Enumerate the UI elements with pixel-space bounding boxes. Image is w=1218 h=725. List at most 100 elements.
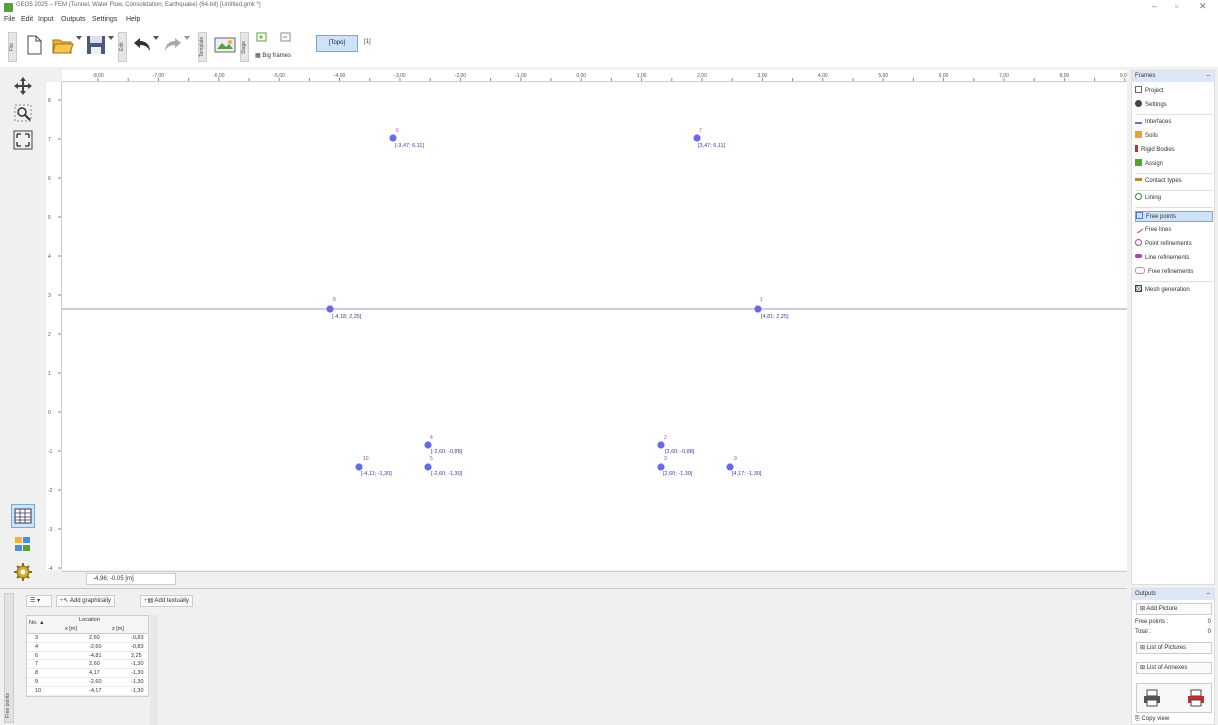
frame-line-refinements[interactable]: Line refinements [1135, 253, 1213, 264]
menu-help[interactable]: Help [126, 16, 140, 23]
ruler-tick-label: -4 [48, 566, 53, 570]
print-icon[interactable] [1143, 689, 1161, 709]
free-point-marker[interactable] [754, 305, 762, 313]
free-point-marker[interactable] [326, 305, 334, 313]
frame-free-lines[interactable]: Free lines [1133, 223, 1213, 236]
undo-icon[interactable] [132, 35, 152, 53]
zoom-icon[interactable] [11, 101, 35, 125]
input-panel: Free points ☰ ▾ +↖ Add graphically +▤ Ad… [0, 588, 1127, 725]
cell-z: 2,25 [131, 652, 142, 659]
new-file-icon[interactable] [26, 35, 42, 55]
ruler-tick-label: -6,00 [213, 73, 225, 79]
free-point-marker[interactable] [424, 463, 432, 471]
menu-outputs[interactable]: Outputs [61, 16, 86, 23]
redo-dropdown-icon[interactable] [184, 35, 190, 41]
frame-soils[interactable]: Soils [1135, 131, 1213, 142]
free-point-marker[interactable] [693, 134, 701, 142]
redo-icon[interactable] [163, 35, 183, 53]
template-icon[interactable] [214, 35, 236, 55]
remove-stage-icon[interactable] [280, 32, 292, 42]
settings-gear-icon[interactable] [11, 560, 35, 584]
zoom-extents-icon[interactable] [11, 128, 35, 152]
print-export-icon[interactable] [1187, 689, 1205, 709]
frame-label: Project [1145, 88, 1164, 94]
topo-button[interactable]: [Topo] [316, 35, 358, 52]
column-no[interactable]: No. ▲ [29, 620, 45, 626]
free-point-marker[interactable] [389, 134, 397, 142]
frame-label: Rigid Bodies [1141, 147, 1175, 153]
ruler-tick-label: -1 [48, 449, 53, 455]
save-dropdown-icon[interactable] [108, 35, 114, 41]
undo-dropdown-icon[interactable] [153, 35, 159, 41]
table-row[interactable]: 8 4,17 -1,30 [27, 669, 148, 678]
table-scrollbar[interactable] [150, 615, 158, 725]
table-view-icon[interactable] [11, 504, 35, 528]
frame-assign[interactable]: Assign [1135, 159, 1213, 170]
list-of-annexes-button[interactable]: ⊞ List of Annexes [1136, 662, 1212, 674]
free-point-marker[interactable] [355, 463, 363, 471]
input-panel-side-tab[interactable]: Free points [4, 593, 14, 723]
frames-panel-title: Frames [1135, 73, 1156, 79]
panel-minimize-icon[interactable]: – [1207, 71, 1210, 82]
add-stage-icon[interactable] [256, 32, 268, 42]
table-row[interactable]: 3 2,60 -0,83 [27, 634, 148, 643]
table-row[interactable]: 9 -2,60 -1,30 [27, 678, 148, 687]
point-number: 8 [333, 297, 336, 303]
menu-file[interactable]: File [4, 16, 15, 23]
frame-point-refinements[interactable]: Point refinements [1135, 239, 1213, 250]
outputs-panel-header: Outputs – [1132, 589, 1214, 600]
menu-edit[interactable]: Edit [21, 16, 33, 23]
big-frames-toggle[interactable]: ▦ Big frames [255, 52, 291, 61]
ruler-tick-label: -3 [48, 527, 53, 533]
pan-move-icon[interactable] [11, 74, 35, 98]
stage-1-button[interactable]: [1] [364, 39, 371, 45]
table-row[interactable]: 6 -4,81 2,25 [27, 652, 148, 661]
drawing-settings-icon[interactable] [11, 532, 35, 556]
point-coordinate-label: [4,81; 2,25] [761, 314, 789, 320]
frame-free-points[interactable]: Free points [1135, 211, 1213, 222]
menu-input[interactable]: Input [38, 16, 54, 23]
add-graphically-button[interactable]: +↖ Add graphically [56, 595, 115, 607]
drawing-canvas[interactable]: 6 [-3,47; 6,11] 7 [3,47; 6,11] 8 [-4,18;… [62, 82, 1127, 570]
free-point-marker[interactable] [657, 441, 665, 449]
frame-free-refinements[interactable]: Free refinements [1135, 267, 1213, 278]
open-file-icon[interactable] [52, 35, 74, 55]
frame-lining[interactable]: Lining [1135, 193, 1213, 204]
table-row[interactable]: 4 -2,60 -0,83 [27, 643, 148, 652]
maximize-button[interactable]: ▫ [1175, 1, 1178, 11]
line-refinements-icon [1135, 254, 1142, 258]
save-icon[interactable] [86, 35, 106, 55]
toolbar-group-edit-label: Edit [118, 32, 127, 62]
frame-contact-types[interactable]: Contact types [1135, 176, 1213, 187]
copy-view-button[interactable]: ⎘ Copy view [1135, 716, 1213, 723]
frame-interfaces[interactable]: Interfaces [1135, 117, 1213, 128]
panel-minimize-icon[interactable]: – [1207, 589, 1210, 600]
open-dropdown-icon[interactable] [76, 35, 82, 41]
free-point-marker[interactable] [726, 463, 734, 471]
free-point-marker[interactable] [424, 441, 432, 449]
table-row[interactable]: 7 2,60 -1,30 [27, 660, 148, 670]
toolbar-group-stage-label: Stage [240, 32, 249, 62]
frame-mesh-generation[interactable]: Mesh generation [1135, 285, 1213, 296]
add-textually-button[interactable]: +▤ Add textually [140, 595, 193, 607]
add-picture-button[interactable]: ⊞ Add Picture [1136, 603, 1212, 615]
big-frames-label: Big frames [262, 53, 292, 59]
frame-rigid-bodies[interactable]: Rigid Bodies [1135, 145, 1213, 156]
close-button[interactable]: ✕ [1199, 1, 1207, 12]
ruler-tick-label: 1 [48, 371, 51, 377]
menu-settings[interactable]: Settings [92, 16, 117, 23]
frame-settings[interactable]: Settings [1135, 100, 1213, 111]
list-of-annexes-label: List of Annexes [1146, 665, 1188, 671]
ruler-tick-label: -2,00 [455, 73, 467, 79]
table-options-button[interactable]: ☰ ▾ [26, 595, 52, 607]
free-point-marker[interactable] [657, 463, 665, 471]
ruler-tick-label: -7,00 [153, 73, 165, 79]
outputs-panel-title: Outputs [1135, 591, 1157, 597]
minimize-button[interactable]: – [1152, 1, 1157, 11]
frame-project[interactable]: Project [1135, 86, 1213, 97]
contact-types-icon [1135, 178, 1142, 181]
list-of-pictures-button[interactable]: ⊞ List of Pictures [1136, 642, 1212, 654]
column-z[interactable]: z [m] [112, 626, 124, 632]
column-x[interactable]: x [m] [65, 626, 77, 632]
table-row[interactable]: 10 -4,17 -1,30 [27, 687, 148, 696]
